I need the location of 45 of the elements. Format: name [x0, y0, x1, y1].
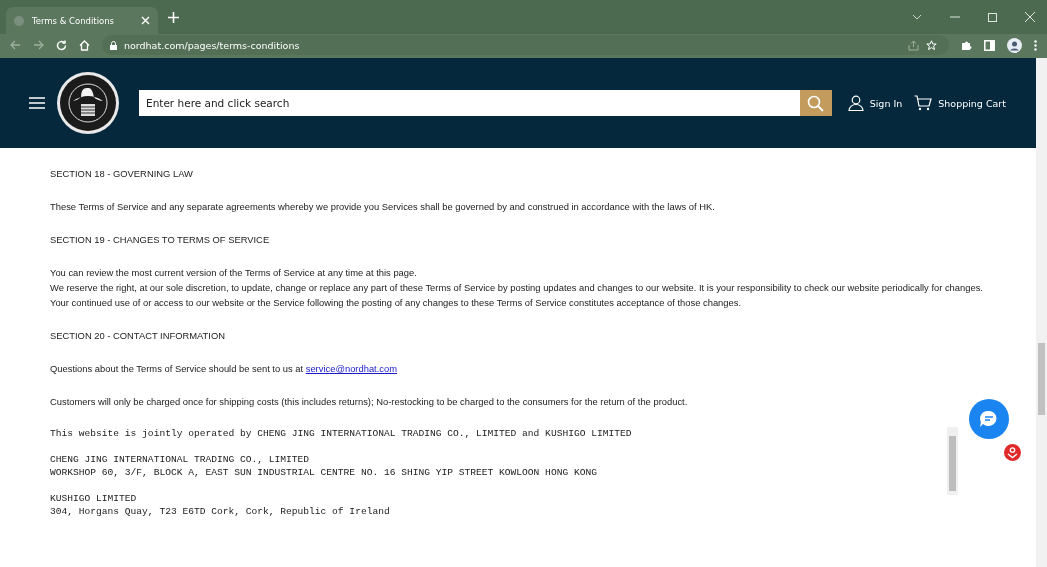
section-heading: SECTION 18 - GOVERNING LAW [50, 167, 194, 181]
search-icon [807, 94, 825, 112]
tab-title: Terms & Conditions [32, 15, 116, 26]
notice-line: KUSHIGO LIMITED [50, 492, 138, 505]
paragraph: Customers will only be charged once for shipping costs (this includes returns); No-restocking to be charged to the consumers for the return of the product. [50, 395, 689, 409]
paragraph: These Terms of Service and any separate agreements whereby we provide you Services shall be governed by and construed in accordance with the laws of HK. [50, 200, 716, 214]
user-icon [847, 95, 864, 111]
paragraph: We reserve the right, at our sole discretion, to update, change or replace any part of these Terms of Service by posting updates and changes to our website. It is your responsibility to check our website periodically for changes. Your continued use of or access to our website or the Service following the posting of any changes to these Terms of Service constitutes acceptance of those changes. [50, 281, 984, 310]
paragraph: You can review the most current version of the Terms of Service at any time at this page. [50, 266, 418, 280]
close-tab-icon[interactable] [141, 16, 150, 25]
page-scrollbar[interactable] [1036, 58, 1047, 567]
more-icon[interactable] [1034, 39, 1037, 51]
sign-in-link[interactable]: Sign In [847, 95, 903, 111]
notice-line: CHENG JING INTERNATIONAL TRADING CO., LIMITED [50, 453, 311, 466]
profile-icon[interactable] [1007, 37, 1022, 53]
star-icon[interactable] [926, 39, 937, 51]
maximize-icon[interactable] [988, 12, 997, 22]
favicon-icon [14, 15, 24, 26]
url-text: nordhat.com/pages/terms-conditions [124, 39, 300, 51]
email-link[interactable]: service@nordhat.com [305, 363, 398, 374]
chevron-down-icon[interactable] [912, 14, 922, 20]
hat-emblem-drawing[interactable] [56, 71, 120, 135]
close-window-icon[interactable] [1025, 12, 1035, 22]
address-bar[interactable]: nordhat.com/pages/terms-conditions [102, 35, 949, 55]
new-tab-icon[interactable] [168, 11, 179, 23]
shopping-cart-link[interactable]: Shopping Cart [914, 95, 1006, 111]
section-heading: SECTION 19 - CHANGES TO TERMS OF SERVICE [50, 233, 271, 247]
chat-bubble-icon [979, 410, 999, 428]
scrollbar[interactable] [947, 427, 958, 495]
paragraph: Questions about the Terms of Service should be sent to us at service@nordhat.com [50, 362, 399, 376]
share-icon[interactable] [908, 39, 919, 51]
search-field[interactable]: Enter here and click search [139, 90, 800, 116]
notice-line: WORKSHOP 60, 3/F, BLOCK A, EAST SUN INDUSTRIAL CENTRE NO. 16 SHING YIP STREET KOWLOON HONG KONG [50, 466, 598, 479]
chat-button[interactable] [969, 399, 1009, 439]
browser-tab[interactable]: Terms & Conditions [6, 7, 158, 34]
reload-icon[interactable] [56, 39, 67, 51]
home-icon[interactable] [79, 39, 90, 51]
search-button[interactable] [799, 90, 832, 116]
side-panel-icon[interactable] [984, 39, 995, 51]
section-heading: SECTION 20 - CONTACT INFORMATION [50, 329, 226, 343]
notice-line: 304, Horgans Quay, T23 E6TD Cork, Cork, Republic of Ireland [50, 505, 391, 518]
lock-icon [110, 40, 117, 50]
menu-icon[interactable] [29, 97, 45, 109]
cart-icon [914, 95, 933, 111]
notice-line: This website is jointly operated by CHENG JING INTERNATIONAL TRADING CO., LIMITED and KUSHIGO LIMITED [50, 427, 633, 440]
